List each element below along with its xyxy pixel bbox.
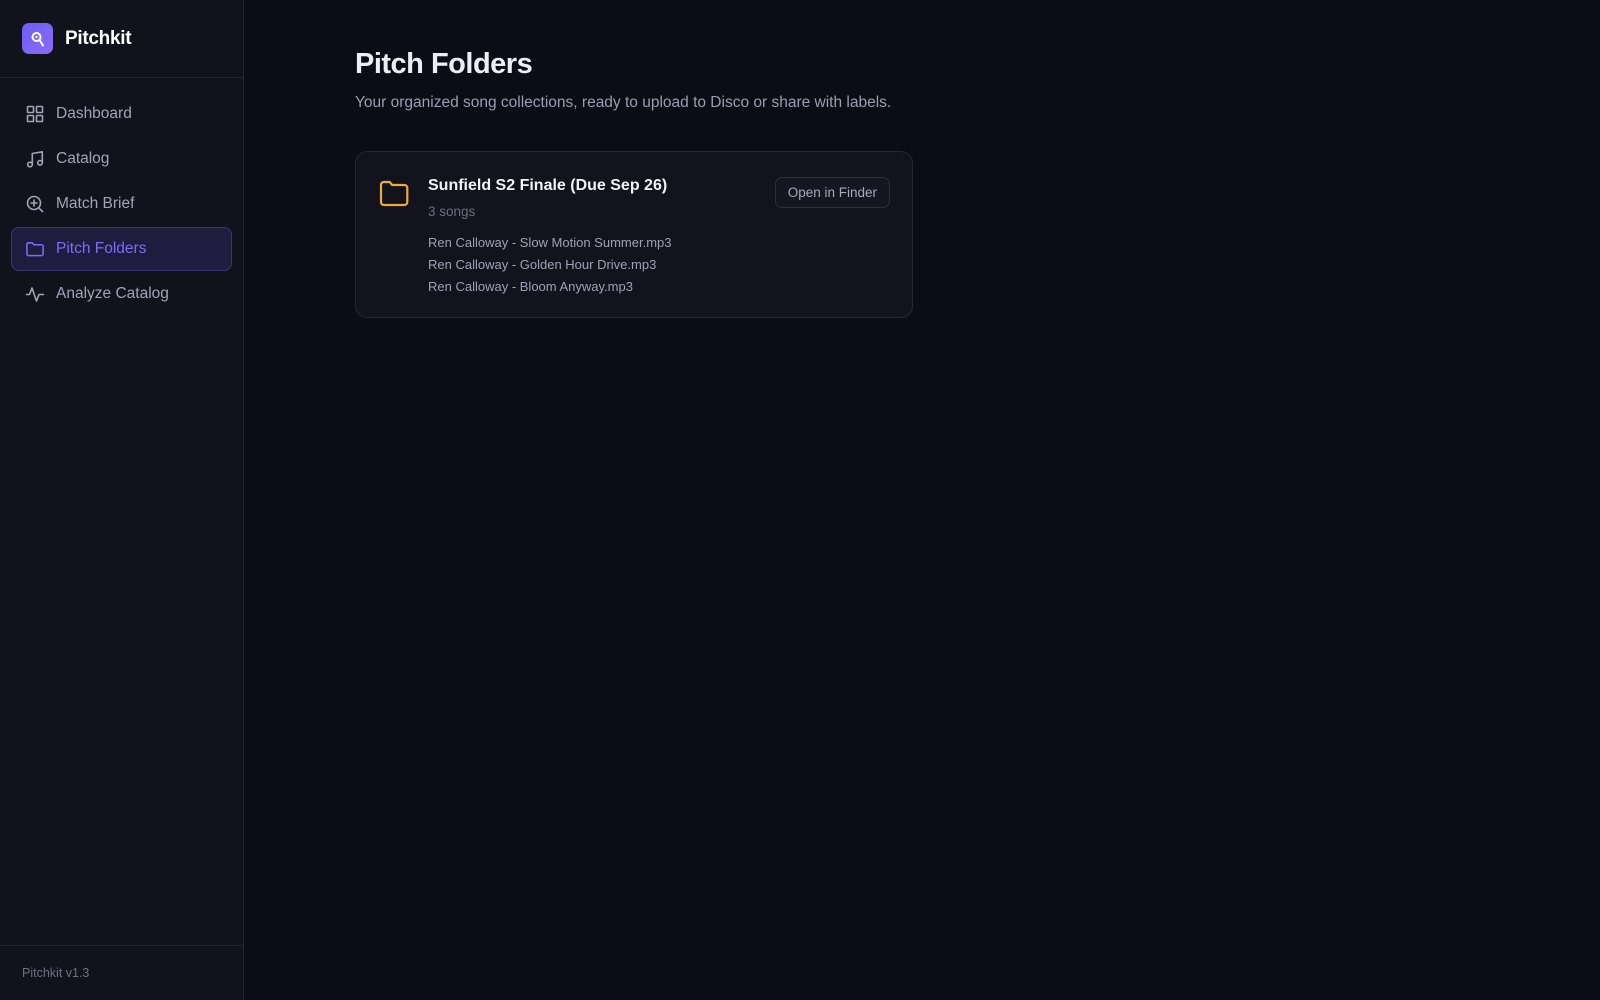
app-logo-icon	[22, 23, 53, 54]
sidebar-item-dashboard[interactable]: Dashboard	[11, 92, 232, 136]
version-footer: Pitchkit v1.3	[0, 945, 243, 1000]
app-name: Pitchkit	[65, 27, 132, 49]
list-item: Ren Calloway - Bloom Anyway.mp3	[428, 279, 633, 294]
page-title: Pitch Folders	[355, 48, 533, 80]
sidebar-item-label: Catalog	[56, 150, 110, 167]
folder-icon	[379, 179, 409, 207]
sidebar-item-analyze-catalog[interactable]: Analyze Catalog	[11, 272, 232, 316]
sidebar-item-label: Dashboard	[56, 105, 132, 122]
sidebar-item-label: Pitch Folders	[56, 240, 147, 257]
sidebar: Pitchkit Dashboard Catalog Match Brief P…	[0, 0, 244, 1000]
sidebar-item-match-brief[interactable]: Match Brief	[11, 182, 232, 226]
sidebar-item-catalog[interactable]: Catalog	[11, 137, 232, 181]
brand-header: Pitchkit	[0, 0, 243, 78]
folder-song-count: 3 songs	[428, 204, 476, 219]
grid-icon	[25, 104, 45, 124]
music-note-icon	[25, 149, 45, 169]
pitch-folder-card[interactable]: Sunfield S2 Finale (Due Sep 26) 3 songs …	[355, 151, 913, 318]
folder-file-list: Ren Calloway - Slow Motion Summer.mp3 Re…	[428, 232, 671, 298]
sidebar-nav: Dashboard Catalog Match Brief Pitch Fold…	[0, 78, 243, 316]
app-version: Pitchkit v1.3	[22, 966, 90, 980]
folder-title: Sunfield S2 Finale (Due Sep 26)	[428, 177, 668, 194]
activity-icon	[25, 284, 45, 304]
list-item: Ren Calloway - Golden Hour Drive.mp3	[428, 257, 657, 272]
open-in-finder-button[interactable]: Open in Finder	[774, 177, 890, 208]
sidebar-item-pitch-folders[interactable]: Pitch Folders	[11, 227, 232, 271]
sidebar-item-label: Match Brief	[56, 195, 135, 212]
list-item: Ren Calloway - Slow Motion Summer.mp3	[428, 235, 672, 250]
page-subtitle: Your organized song collections, ready t…	[355, 94, 892, 111]
folder-icon	[25, 239, 45, 259]
search-plus-icon	[25, 194, 45, 214]
sidebar-item-label: Analyze Catalog	[56, 285, 169, 302]
